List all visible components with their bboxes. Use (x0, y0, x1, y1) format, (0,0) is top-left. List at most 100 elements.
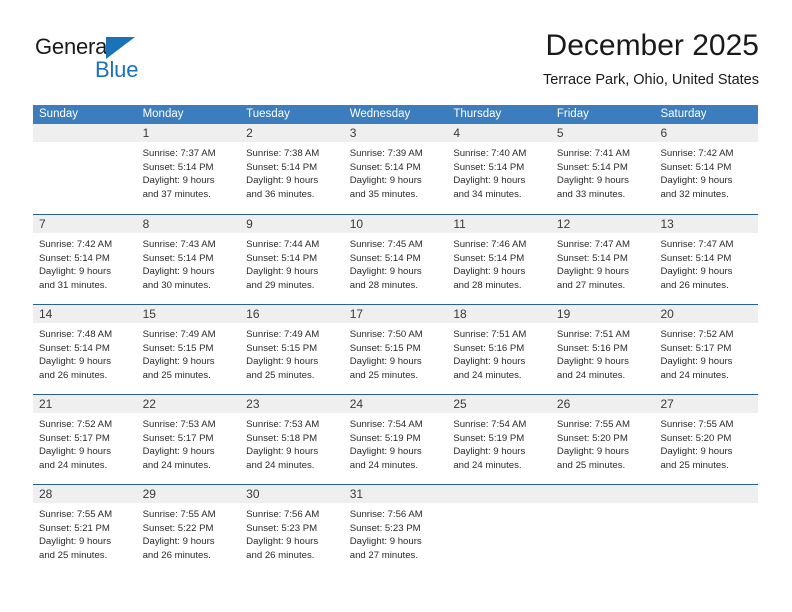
calendar-day-cell[interactable]: 21 Sunrise: 7:52 AM Sunset: 5:17 PM Dayligh… (33, 395, 137, 484)
calendar-day-cell[interactable]: 27 Sunrise: 7:55 AM Sunset: 5:20 PM Dayligh… (654, 395, 759, 484)
daylight-text-line1: Daylight: 9 hours (39, 446, 111, 458)
calendar-day-cell[interactable]: 29 Sunrise: 7:55 AM Sunset: 5:22 PM Dayligh… (136, 485, 241, 576)
title-block: December 2025 Terrace Park, Ohio, United… (543, 28, 759, 89)
calendar-day-cell[interactable]: 24 Sunrise: 7:54 AM Sunset: 5:19 PM Dayligh… (343, 395, 448, 484)
day-number-band: 19 (550, 305, 655, 323)
daylight-text-line1: Daylight: 9 hours (349, 175, 422, 187)
calendar-day-cell[interactable]: 30 Sunrise: 7:56 AM Sunset: 5:23 PM Dayligh… (240, 485, 344, 576)
day-detail-lines: Sunrise: 7:53 AM Sunset: 5:17 PM Daylight:… (137, 413, 241, 472)
calendar-day-cell[interactable]: 4 Sunrise: 7:40 AM Sunset: 5:14 PM Daylight… (447, 124, 551, 214)
weekday-header-sunday: Sunday (39, 108, 79, 120)
day-number-band: 3 (343, 124, 448, 142)
day-detail-lines: Sunrise: 7:44 AM Sunset: 5:14 PM Daylight:… (240, 233, 344, 292)
sunrise-text: Sunrise: 7:50 AM (349, 329, 423, 340)
daylight-text-line2: and 26 minutes. (39, 369, 108, 381)
daylight-text-line2: and 33 minutes. (556, 188, 626, 200)
day-detail-lines: Sunrise: 7:47 AM Sunset: 5:14 PM Daylight:… (654, 233, 758, 292)
calendar-day-cell[interactable]: 10 Sunrise: 7:45 AM Sunset: 5:14 PM Dayligh… (343, 215, 448, 304)
sunrise-text: Sunrise: 7:55 AM (660, 419, 734, 430)
day-number-band: 2 (240, 124, 344, 142)
day-number-band: 14 (33, 305, 137, 323)
calendar-day-cell[interactable]: 8 Sunrise: 7:43 AM Sunset: 5:14 PM Daylight… (136, 215, 241, 304)
sunset-text: Sunset: 5:15 PM (142, 342, 214, 354)
calendar-week-row: 21 Sunrise: 7:52 AM Sunset: 5:17 PM Dayligh… (33, 394, 759, 484)
sunrise-text: Sunrise: 7:40 AM (453, 148, 527, 159)
day-detail-lines: Sunrise: 7:48 AM Sunset: 5:14 PM Daylight:… (33, 323, 137, 382)
sunset-text: Sunset: 5:14 PM (556, 252, 628, 264)
calendar-day-cell[interactable]: 31 Sunrise: 7:56 AM Sunset: 5:23 PM Dayligh… (343, 485, 448, 576)
calendar-day-cell[interactable]: 20 Sunrise: 7:52 AM Sunset: 5:17 PM Dayligh… (654, 305, 759, 394)
day-number-band (654, 485, 759, 503)
calendar-day-cell[interactable]: 2 Sunrise: 7:38 AM Sunset: 5:14 PM Daylight… (240, 124, 344, 214)
calendar-day-cell[interactable]: 18 Sunrise: 7:51 AM Sunset: 5:16 PM Dayligh… (447, 305, 551, 394)
daylight-text-line2: and 35 minutes. (349, 188, 419, 200)
day-number-band (447, 485, 551, 503)
day-number: 5 (556, 126, 564, 140)
daylight-text-line1: Daylight: 9 hours (39, 356, 111, 368)
daylight-text-line2: and 30 minutes. (142, 279, 211, 291)
daylight-text-line1: Daylight: 9 hours (142, 175, 215, 187)
day-detail-lines: Sunrise: 7:55 AM Sunset: 5:20 PM Daylight:… (551, 413, 655, 472)
day-detail-lines: Sunrise: 7:55 AM Sunset: 5:20 PM Daylight:… (654, 413, 758, 472)
sunset-text: Sunset: 5:17 PM (142, 432, 214, 444)
calendar-day-cell[interactable]: 3 Sunrise: 7:39 AM Sunset: 5:14 PM Daylight… (343, 124, 448, 214)
sunrise-text: Sunrise: 7:49 AM (246, 329, 320, 340)
day-number-band: 21 (33, 395, 137, 413)
day-number: 29 (142, 487, 156, 501)
day-number-band: 17 (343, 305, 448, 323)
daylight-text-line1: Daylight: 9 hours (349, 356, 422, 368)
calendar-day-cell[interactable]: 9 Sunrise: 7:44 AM Sunset: 5:14 PM Daylight… (240, 215, 344, 304)
day-number: 8 (142, 217, 150, 231)
calendar-day-cell[interactable]: 26 Sunrise: 7:55 AM Sunset: 5:20 PM Dayligh… (550, 395, 655, 484)
day-number: 27 (660, 397, 674, 411)
day-detail-lines: Sunrise: 7:38 AM Sunset: 5:14 PM Daylight:… (240, 142, 344, 201)
calendar-grid: Sunday Monday Tuesday Wednesday Thursday Frid… (33, 105, 759, 576)
daylight-text-line1: Daylight: 9 hours (246, 175, 319, 187)
calendar-day-cell[interactable]: 13 Sunrise: 7:47 AM Sunset: 5:14 PM Dayligh… (654, 215, 759, 304)
day-number: 17 (349, 307, 364, 321)
calendar-day-cell[interactable]: 14 Sunrise: 7:48 AM Sunset: 5:14 PM Dayligh… (33, 305, 137, 394)
calendar-day-cell[interactable]: 22 Sunrise: 7:53 AM Sunset: 5:17 PM Dayligh… (136, 395, 241, 484)
general-blue-logo[interactable]: General Blue (33, 32, 233, 90)
day-number: 14 (39, 307, 53, 321)
day-detail-lines: Sunrise: 7:56 AM Sunset: 5:23 PM Daylight:… (240, 503, 344, 562)
day-number-band: 23 (240, 395, 344, 413)
calendar-day-cell[interactable]: 16 Sunrise: 7:49 AM Sunset: 5:15 PM Dayligh… (240, 305, 344, 394)
daylight-text-line2: and 24 minutes. (246, 459, 315, 471)
weekday-header-monday: Monday (142, 108, 184, 120)
day-number: 13 (660, 217, 674, 231)
day-number: 3 (349, 126, 357, 140)
sunset-text: Sunset: 5:14 PM (453, 252, 525, 264)
day-number-band: 22 (136, 395, 241, 413)
calendar-day-cell[interactable]: 28 Sunrise: 7:55 AM Sunset: 5:21 PM Dayligh… (33, 485, 137, 576)
daylight-text-line2: and 24 minutes. (39, 459, 108, 471)
daylight-text-line2: and 24 minutes. (453, 459, 522, 471)
day-number: 19 (556, 307, 571, 321)
daylight-text-line2: and 28 minutes. (349, 279, 419, 291)
day-detail-lines: Sunrise: 7:52 AM Sunset: 5:17 PM Daylight:… (654, 323, 758, 382)
sunset-text: Sunset: 5:14 PM (660, 161, 732, 173)
day-number-band: 26 (550, 395, 655, 413)
sunrise-text: Sunrise: 7:44 AM (246, 239, 320, 250)
calendar-day-cell[interactable]: 15 Sunrise: 7:49 AM Sunset: 5:15 PM Dayligh… (136, 305, 241, 394)
day-number: 10 (349, 217, 364, 231)
calendar-day-cell[interactable]: 17 Sunrise: 7:50 AM Sunset: 5:15 PM Dayligh… (343, 305, 448, 394)
calendar-day-cell[interactable]: 5 Sunrise: 7:41 AM Sunset: 5:14 PM Daylight… (550, 124, 655, 214)
sunrise-text: Sunrise: 7:53 AM (246, 419, 320, 430)
weekday-header-thursday: Thursday (453, 108, 502, 120)
daylight-text-line2: and 27 minutes. (556, 279, 626, 291)
day-number-band: 15 (136, 305, 241, 323)
calendar-day-cell[interactable]: 23 Sunrise: 7:53 AM Sunset: 5:18 PM Dayligh… (240, 395, 344, 484)
sunset-text: Sunset: 5:16 PM (556, 342, 628, 354)
calendar-day-cell[interactable]: 11 Sunrise: 7:46 AM Sunset: 5:14 PM Dayligh… (447, 215, 551, 304)
day-number-band: 9 (240, 215, 344, 233)
calendar-day-cell[interactable]: 19 Sunrise: 7:51 AM Sunset: 5:16 PM Dayligh… (550, 305, 655, 394)
calendar-day-cell[interactable]: 7 Sunrise: 7:42 AM Sunset: 5:14 PM Daylight… (33, 215, 137, 304)
calendar-day-cell[interactable]: 1 Sunrise: 7:37 AM Sunset: 5:14 PM Daylight… (136, 124, 241, 214)
calendar-day-cell[interactable]: 12 Sunrise: 7:47 AM Sunset: 5:14 PM Dayligh… (550, 215, 655, 304)
sunset-text: Sunset: 5:21 PM (39, 522, 110, 534)
calendar-day-cell[interactable]: 25 Sunrise: 7:54 AM Sunset: 5:19 PM Dayligh… (447, 395, 551, 484)
calendar-day-cell[interactable]: 6 Sunrise: 7:42 AM Sunset: 5:14 PM Daylight… (654, 124, 759, 214)
day-detail-lines: Sunrise: 7:45 AM Sunset: 5:14 PM Daylight:… (344, 233, 448, 292)
calendar-week-row: 1 Sunrise: 7:37 AM Sunset: 5:14 PM Daylight… (33, 124, 759, 214)
